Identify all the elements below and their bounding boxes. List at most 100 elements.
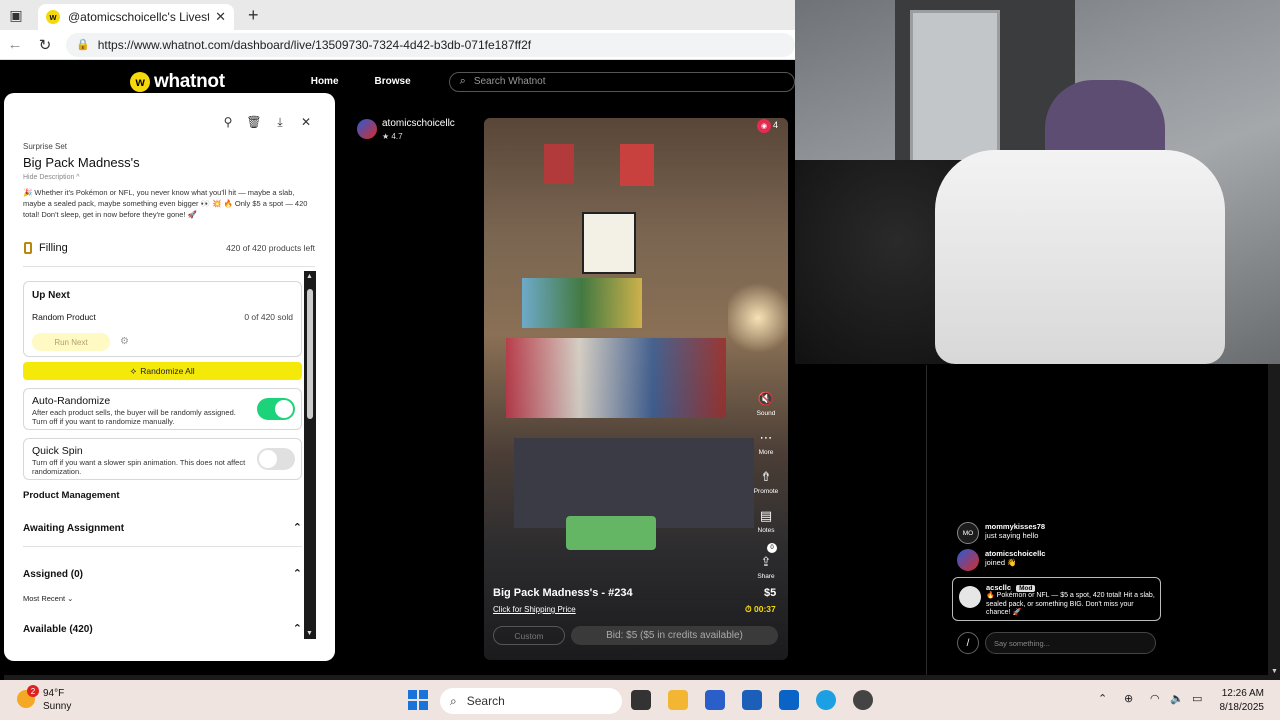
shipping-price-link[interactable]: Click for Shipping Price (493, 605, 576, 614)
seller-avatar[interactable] (357, 119, 377, 139)
browser-tab[interactable]: w @atomicschoicellc's Livestream o ✕ (38, 4, 234, 30)
clock-time[interactable]: 12:26 AM (1218, 688, 1264, 699)
set-description: 🎉 Whether it's Pokémon or NFL, you never… (23, 188, 308, 219)
app-icon[interactable] (853, 690, 873, 710)
weather-condition[interactable]: Sunny (43, 701, 71, 712)
available-section[interactable]: Available (420) ⌃ (23, 622, 302, 635)
scroll-down-icon[interactable]: ▼ (306, 630, 313, 637)
bid-button[interactable]: Bid: $5 ($5 in credits available) (571, 626, 778, 645)
seller-name[interactable]: atomicschoicellc (382, 118, 455, 129)
settings-gear-icon[interactable]: ⚙ (120, 336, 129, 347)
new-tab-icon[interactable]: + (248, 5, 259, 26)
speaker-icon[interactable]: 🔈 (1170, 692, 1184, 705)
custom-bid-button[interactable]: Custom (493, 626, 565, 645)
more-label: More (758, 449, 774, 456)
wifi-icon[interactable]: ◠ (1150, 692, 1160, 705)
scroll-down-icon[interactable]: ▼ (1271, 668, 1278, 675)
chevron-up-icon[interactable]: ⌃ (293, 622, 302, 635)
quick-spin-toggle[interactable] (257, 448, 295, 470)
whatnot-favicon-icon: w (46, 10, 60, 24)
hide-description-link[interactable]: Hide Description ^ (23, 174, 80, 181)
search-input[interactable]: ⌕ Search Whatnot (448, 71, 795, 92)
whatnot-logo-icon: w (130, 71, 150, 92)
weather-temp[interactable]: 94°F (43, 688, 64, 699)
timer-value: 00:37 (754, 604, 776, 614)
mod-badge: Mod (1016, 585, 1036, 592)
nav-home[interactable]: Home (311, 76, 339, 87)
network-app-icon[interactable]: ⊕ (1124, 692, 1133, 705)
chevron-up-icon[interactable]: ⌃ (1098, 692, 1107, 705)
scroll-thumb[interactable] (307, 289, 313, 419)
sort-dropdown[interactable]: Most Recent ⌄ (23, 594, 73, 603)
randomize-all-button[interactable]: ⟡ Randomize All (23, 362, 302, 380)
sold-count: 0 of 420 sold (244, 312, 293, 322)
chevron-up-icon[interactable]: ⌃ (293, 567, 302, 580)
user-avatar[interactable] (959, 586, 981, 608)
whatnot-logo[interactable]: w whatnot (130, 71, 225, 93)
outlook-icon[interactable] (779, 690, 799, 710)
back-icon[interactable]: ← (0, 36, 30, 53)
notes-button[interactable]: ▤ Notes (752, 508, 780, 534)
task-view-icon[interactable] (631, 690, 651, 710)
pinned-message-text: 🔥 Pokémon or NFL — $5 a spot, 420 total!… (986, 592, 1155, 616)
chat-input-placeholder: Say something... (994, 638, 1050, 648)
url-field[interactable]: 🔒 https://www.whatnot.com/dashboard/live… (66, 32, 795, 57)
promote-label: Promote (753, 488, 779, 495)
pin-icon[interactable]: ⚲ (219, 113, 237, 131)
webcam-overlay (795, 0, 1280, 364)
pinned-chat-message: acscllc Mod 🔥 Pokémon or NFL — $5 a spot… (952, 577, 1161, 621)
app-icon[interactable] (742, 690, 762, 710)
clock-date[interactable]: 8/18/2025 (1210, 702, 1265, 713)
product-price: $5 (764, 587, 777, 599)
quick-spin-card: Quick Spin Turn off if you want a slower… (23, 438, 302, 480)
chat-input[interactable]: Say something... (985, 632, 1156, 654)
timer-icon: ⏱ (745, 604, 752, 614)
battery-icon[interactable]: ▭ (1192, 692, 1202, 705)
reload-icon[interactable]: ↻ (30, 36, 60, 54)
more-button[interactable]: ⋯ More (752, 430, 780, 456)
download-icon[interactable]: ⤓ (271, 113, 289, 131)
quick-spin-desc: Turn off if you want a slower spin anima… (32, 458, 246, 476)
store-icon[interactable] (705, 690, 725, 710)
seller-rating: ★ 4.7 (382, 132, 403, 141)
user-avatar[interactable]: MO (957, 522, 979, 544)
viewers-icon: ◉ (757, 119, 771, 133)
panel-scrollbar[interactable]: ▲ ▼ (304, 271, 316, 639)
search-placeholder: Search Whatnot (473, 76, 546, 87)
more-icon: ⋯ (759, 430, 773, 445)
assigned-label: Assigned (0) (23, 569, 84, 580)
video-card-decor (620, 144, 654, 186)
auction-timer: ⏱ 00:37 (745, 604, 776, 615)
address-bar: ← ↻ 🔒 https://www.whatnot.com/dashboard/… (0, 30, 795, 60)
chat-username[interactable]: acscllc Mod (986, 583, 1036, 592)
user-avatar[interactable] (957, 549, 979, 571)
trash-icon[interactable]: 🗑 (245, 113, 263, 131)
nav-browse[interactable]: Browse (375, 76, 411, 87)
close-tab-icon[interactable]: ✕ (215, 9, 226, 25)
sound-button[interactable]: 🔇 Sound (752, 391, 780, 417)
chevron-up-icon[interactable]: ⌃ (293, 521, 302, 534)
assigned-section[interactable]: Assigned (0) ⌃ (23, 567, 302, 580)
promote-button[interactable]: ⇮ Promote (752, 469, 780, 495)
windows-start-icon[interactable] (408, 690, 428, 710)
livestream-video[interactable] (484, 118, 788, 660)
awaiting-assignment-label: Awaiting Assignment (23, 523, 125, 534)
scroll-up-icon[interactable]: ▲ (306, 273, 313, 280)
share-button[interactable]: ⇪ Share (752, 554, 780, 580)
taskbar-search[interactable]: ⌕ Search (440, 688, 622, 714)
chat-username[interactable]: atomicschoicellc (985, 549, 1045, 558)
notes-icon: ▤ (759, 508, 773, 523)
chat-command-icon[interactable]: / (957, 632, 979, 654)
auto-randomize-toggle[interactable] (257, 398, 295, 420)
muted-speaker-icon: 🔇 (757, 391, 775, 406)
page-scrollbar[interactable]: ▼ (1268, 364, 1280, 677)
awaiting-assignment-section[interactable]: Awaiting Assignment ⌃ (23, 521, 302, 534)
sound-label: Sound (756, 410, 776, 417)
tab-actions-icon[interactable]: ▣ (0, 0, 32, 30)
file-explorer-icon[interactable] (668, 690, 688, 710)
close-icon[interactable]: ✕ (297, 113, 315, 131)
chat-username[interactable]: mommykisses78 (985, 522, 1045, 531)
up-next-heading: Up Next (32, 290, 70, 301)
run-next-button[interactable]: Run Next (32, 333, 110, 351)
edge-icon[interactable] (816, 690, 836, 710)
